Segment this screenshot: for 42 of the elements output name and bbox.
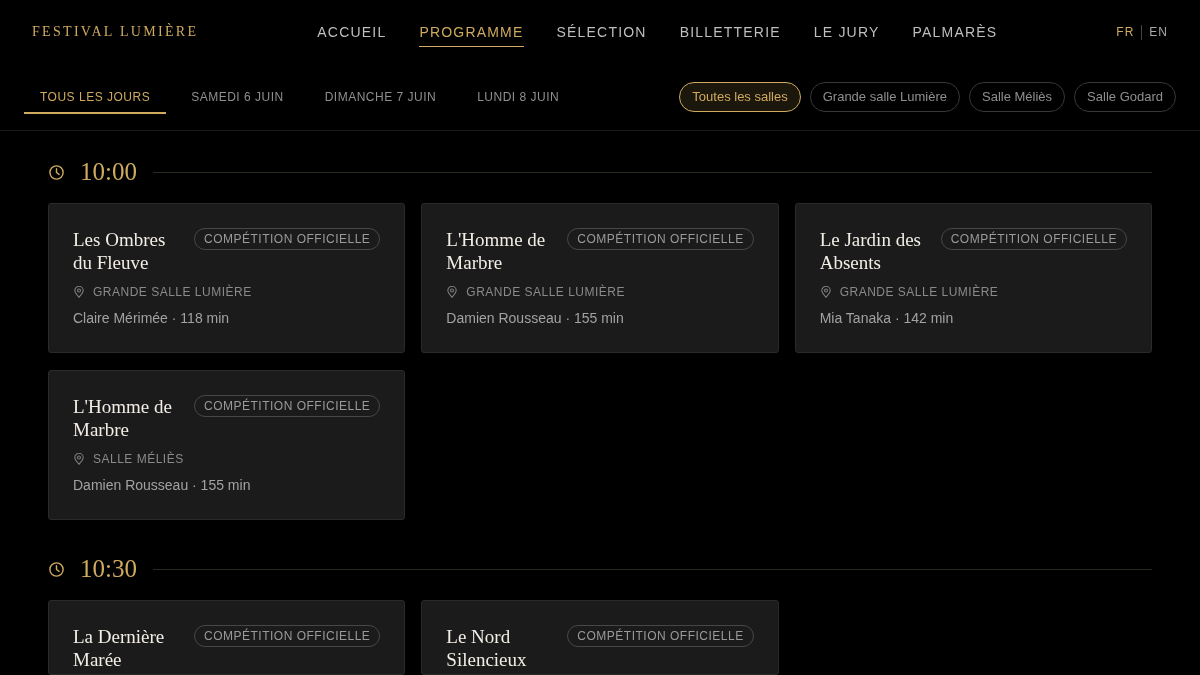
time-heading: 10:30 (80, 554, 137, 584)
day-tab[interactable]: TOUS LES JOURS (24, 80, 167, 114)
map-pin-icon (74, 286, 84, 298)
film-title: L'Homme de Marbre (73, 395, 173, 441)
venue-label: GRANDE SALLE LUMIÈRE (466, 284, 626, 300)
screening-card[interactable]: Les Ombres du Fleuve COMPÉTITION OFFICIELLE GRANDE SALLE LUMIÈRE Claire Mérimée · 118 min (48, 203, 406, 353)
nav-link[interactable]: LE JURY (813, 17, 880, 47)
nav-link[interactable]: BILLETTERIE (679, 17, 781, 47)
venue-label: GRANDE SALLE LUMIÈRE (839, 284, 999, 300)
screening-card[interactable]: L'Homme de Marbre COMPÉTITION OFFICIELLE GRANDE SALLE LUMIÈRE Damien Rousseau · 155 min (421, 203, 779, 353)
venue-label: SALLE MÉLIÈS (93, 451, 184, 467)
clock-icon (49, 561, 64, 577)
clock-icon (49, 164, 64, 180)
day-tab[interactable]: LUNDI 8 JUIN (461, 80, 576, 114)
screening-card[interactable]: La Dernière Marée COMPÉTITION OFFICIELLE (48, 600, 406, 675)
nav-link[interactable]: SÉLECTION (556, 17, 647, 47)
director-duration: Damien Rousseau · 155 min (446, 309, 625, 328)
logo: FESTIVAL LUMIÈRE (32, 24, 199, 40)
director-duration: Mia Tanaka · 142 min (819, 309, 955, 328)
screening-card[interactable]: L'Homme de Marbre COMPÉTITION OFFICIELLE SALLE MÉLIÈS Damien Rousseau · 155 min (48, 370, 406, 520)
director-duration: Claire Mérimée · 118 min (73, 309, 231, 328)
film-title: La Dernière Marée (73, 625, 166, 671)
day-tab[interactable]: DIMANCHE 7 JUIN (308, 80, 453, 114)
language-link[interactable]: FR (1116, 25, 1135, 39)
screening-card[interactable]: Le Nord Silencieux COMPÉTITION OFFICIELLE (421, 600, 779, 675)
nav-link[interactable]: PALMARÈS (912, 17, 998, 47)
film-title: Les Ombres du Fleuve (73, 228, 167, 274)
day-tab[interactable]: SAMEDI 6 JUIN (175, 80, 300, 114)
map-pin-icon (820, 286, 831, 298)
map-pin-icon (74, 453, 84, 465)
film-title: Le Nord Silencieux (446, 625, 528, 671)
nav-link[interactable]: PROGRAMME (419, 17, 524, 47)
map-pin-icon (447, 286, 458, 298)
film-title: Le Jardin des Absents (819, 228, 922, 274)
film-title: L'Homme de Marbre (446, 228, 547, 274)
screening-card[interactable]: Le Jardin des Absents COMPÉTITION OFFICIELLE GRANDE SALLE LUMIÈRE Mia Tanaka · 142 min (794, 203, 1152, 353)
nav-link[interactable]: ACCUEIL (317, 17, 387, 47)
venue-filter-chip[interactable]: Toutes les salles (679, 82, 801, 112)
director-duration: Damien Rousseau · 155 min (73, 476, 252, 495)
venue-label: GRANDE SALLE LUMIÈRE (93, 284, 252, 300)
time-heading: 10:00 (80, 157, 137, 187)
language-link[interactable]: EN (1149, 25, 1168, 39)
